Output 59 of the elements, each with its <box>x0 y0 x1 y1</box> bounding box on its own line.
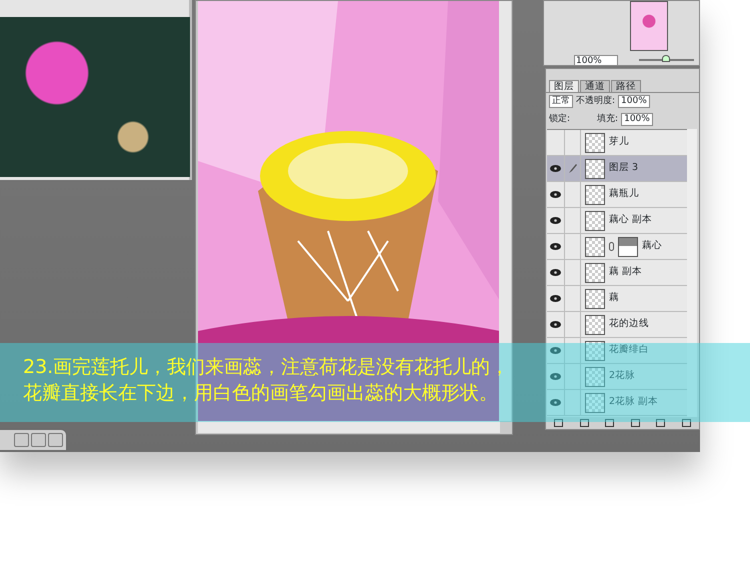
layer-row[interactable]: 藕心 副本 <box>547 208 688 234</box>
fill-label: 填充: <box>597 112 618 126</box>
layer-thumbnail <box>585 184 605 204</box>
vertical-scrollbar[interactable] <box>499 1 511 421</box>
layer-name: 藕心 <box>642 239 662 254</box>
layer-row[interactable]: 藕 <box>547 286 688 312</box>
panel-tab[interactable]: 通道 <box>580 80 610 92</box>
layer-name: 藕心 副本 <box>609 213 652 228</box>
zoom-field[interactable]: 100% <box>574 55 618 66</box>
eye-icon[interactable] <box>550 269 561 276</box>
layer-row[interactable]: 芽儿 <box>547 130 688 156</box>
layer-row[interactable]: 图层 3 <box>547 156 688 182</box>
layer-row[interactable]: 花的边线 <box>547 312 688 338</box>
layer-thumbnail <box>585 392 605 412</box>
opacity-label: 不透明度: <box>576 95 616 108</box>
panel-tab[interactable]: 路径 <box>611 80 641 92</box>
layer-thumbnail <box>585 158 605 178</box>
fill-field[interactable]: 100% <box>621 112 653 126</box>
layer-thumbnail <box>585 340 605 360</box>
eye-icon[interactable] <box>550 295 561 302</box>
layer-name: 图层 3 <box>609 161 638 176</box>
layer-thumbnail <box>585 288 605 308</box>
brush-icon <box>568 164 577 174</box>
layer-name: 芽儿 <box>609 135 629 150</box>
eye-icon[interactable] <box>550 321 561 328</box>
layer-name: 2花脉 <box>609 369 636 384</box>
eye-icon[interactable] <box>550 217 561 224</box>
navigator-thumbnail <box>630 1 668 51</box>
eye-icon[interactable] <box>550 165 561 172</box>
layer-row[interactable]: 藕瓶儿 <box>547 182 688 208</box>
blend-mode-dropdown[interactable]: 正常 <box>549 95 573 108</box>
maximize-button[interactable] <box>31 433 46 447</box>
layer-name: 藕 副本 <box>609 265 642 280</box>
eye-icon[interactable] <box>550 191 561 198</box>
horizontal-scrollbar[interactable] <box>198 421 500 433</box>
eye-icon[interactable] <box>550 243 561 250</box>
layer-name: 花瓣绯白 <box>609 343 649 358</box>
layer-name: 花的边线 <box>609 317 649 332</box>
restore-button[interactable] <box>14 433 29 447</box>
layer-thumbnail <box>585 366 605 386</box>
layer-name: 藕 <box>609 291 619 306</box>
layer-thumbnail <box>585 236 605 256</box>
layer-name: 藕瓶儿 <box>609 187 639 202</box>
chain-icon <box>609 242 614 251</box>
layer-thumbnail <box>585 262 605 282</box>
lock-label: 锁定: <box>549 112 570 126</box>
layer-thumbnail <box>585 210 605 230</box>
opacity-field[interactable]: 100% <box>618 95 650 108</box>
zoom-slider-thumb[interactable] <box>662 55 670 62</box>
layer-mask-thumbnail <box>618 236 638 256</box>
layers-scrollbar[interactable] <box>687 129 697 419</box>
panel-tab[interactable]: 图层 <box>549 80 579 92</box>
layer-thumbnail <box>585 314 605 334</box>
layer-name: 2花脉 副本 <box>609 395 658 410</box>
caption-line: 23.画完莲托儿，我们来画蕊，注意荷花是没有花托儿的， <box>23 355 510 380</box>
close-button[interactable] <box>48 433 63 447</box>
layer-row[interactable]: 藕心 <box>547 234 688 260</box>
layer-row[interactable]: 藕 副本 <box>547 260 688 286</box>
layer-thumbnail <box>585 132 605 152</box>
